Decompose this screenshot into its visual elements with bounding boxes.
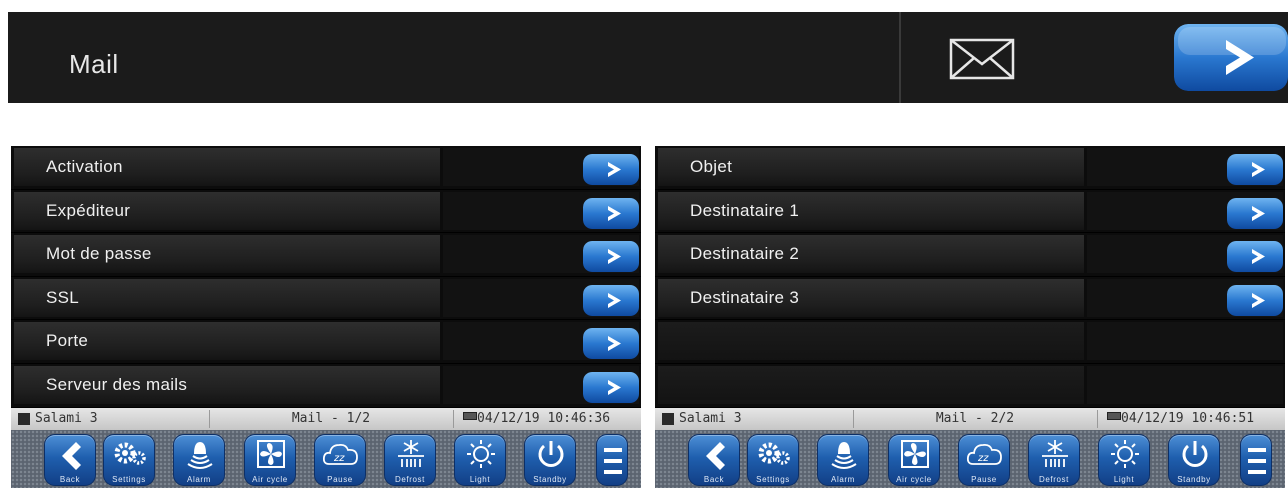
settings-button[interactable]: Settings [747,434,799,486]
menu-icon [1248,448,1266,474]
power-icon [1182,441,1208,467]
bottom-toolbar: Back Settings Alarm Air cycle zz Pause D… [11,430,641,488]
fan-icon [257,440,285,468]
status-square-icon [18,413,30,425]
bell-icon [831,442,857,469]
back-button[interactable]: Back [688,434,740,486]
menu-row-porte[interactable]: Porte [11,320,641,364]
gears-icon [114,442,146,465]
row-label: Activation [46,157,123,176]
sun-icon [1111,440,1139,468]
standby-button[interactable]: Standby [1168,434,1220,486]
bottom-toolbar: Back Settings Alarm Air cycle zz Pause D… [655,430,1285,488]
alarm-button[interactable]: Alarm [173,434,225,486]
row-label: Destinataire 1 [690,200,800,220]
status-square-icon [662,413,674,425]
page-indicator: Mail - 2/2 [935,411,1015,426]
open-row-button[interactable] [583,371,639,403]
menu-row-destinataire-1[interactable]: Destinataire 1 [655,190,1285,234]
menu-button[interactable] [1240,434,1272,486]
envelope-icon [949,38,1015,80]
row-label: Destinataire 3 [690,287,800,307]
page-indicator: Mail - 1/2 [291,411,371,426]
settings-panel-page-1: Activation Expéditeur Mot de passe SSL P… [11,146,641,488]
menu-row-mot-de-passe[interactable]: Mot de passe [11,233,641,277]
back-icon [62,442,81,470]
settings-button[interactable]: Settings [103,434,155,486]
open-row-button[interactable] [583,284,639,316]
bell-icon [187,442,213,469]
alarm-button[interactable]: Alarm [817,434,869,486]
status-bar: Salami 3 Mail - 2/2 04/12/19 10:46:51 [655,408,1285,430]
menu-row-objet[interactable]: Objet [655,146,1285,190]
defrost-button[interactable]: Defrost [384,434,436,486]
air-cycle-button[interactable]: Air cycle [888,434,940,486]
row-label: Serveur des mails [46,374,188,394]
open-row-button[interactable] [1227,197,1283,229]
row-label: Mot de passe [46,244,152,264]
svg-text:zz: zz [977,453,989,464]
defrost-icon [398,440,424,467]
light-button[interactable]: Light [454,434,506,486]
datetime: 04/12/19 10:46:51 [1121,411,1255,426]
defrost-icon [1042,440,1068,467]
row-label: Objet [690,157,733,176]
header-bar: Mail [8,12,1288,103]
open-row-button[interactable] [583,197,639,229]
row-label: Expéditeur [46,200,131,220]
menu-row-ssl[interactable]: SSL [11,277,641,321]
datetime: 04/12/19 10:46:36 [477,411,611,426]
open-row-button[interactable] [1227,154,1283,185]
menu-row-expediteur[interactable]: Expéditeur [11,190,641,234]
device-name: Salami 3 [35,411,98,426]
pause-button[interactable]: zz Pause [314,434,366,486]
open-row-button[interactable] [1227,284,1283,316]
open-row-button[interactable] [583,328,639,360]
menu-icon [604,448,622,474]
light-button[interactable]: Light [1098,434,1150,486]
menu-row-empty [655,364,1285,408]
sun-icon [467,440,495,468]
gears-icon [758,442,790,465]
status-bar: Salami 3 Mail - 1/2 04/12/19 10:46:36 [11,408,641,430]
menu-row-activation[interactable]: Activation [11,146,641,190]
power-icon [538,441,564,467]
back-icon [706,442,725,470]
row-label: Destinataire 2 [690,244,800,264]
back-button[interactable]: Back [44,434,96,486]
open-row-button[interactable] [1227,241,1283,273]
menu-row-empty [655,320,1285,364]
open-row-button[interactable] [583,154,639,185]
row-label: Porte [46,331,89,351]
air-cycle-button[interactable]: Air cycle [244,434,296,486]
pause-button[interactable]: zz Pause [958,434,1010,486]
header-next-button[interactable] [1174,24,1288,91]
menu-row-destinataire-2[interactable]: Destinataire 2 [655,233,1285,277]
pause-cloud-icon: zz [322,443,358,465]
row-label: SSL [46,287,80,307]
page-title: Mail [69,49,119,79]
svg-text:zz: zz [333,453,345,464]
standby-button[interactable]: Standby [524,434,576,486]
usb-icon [1107,412,1121,420]
fan-icon [901,440,929,468]
menu-row-serveur-des-mails[interactable]: Serveur des mails [11,364,641,408]
header-divider [899,12,901,103]
usb-icon [463,412,477,420]
pause-cloud-icon: zz [966,443,1002,465]
settings-panel-page-2: Objet Destinataire 1 Destinataire 2 Dest… [655,146,1285,488]
menu-row-destinataire-3[interactable]: Destinataire 3 [655,277,1285,321]
menu-button[interactable] [596,434,628,486]
defrost-button[interactable]: Defrost [1028,434,1080,486]
open-row-button[interactable] [583,241,639,273]
device-name: Salami 3 [679,411,742,426]
